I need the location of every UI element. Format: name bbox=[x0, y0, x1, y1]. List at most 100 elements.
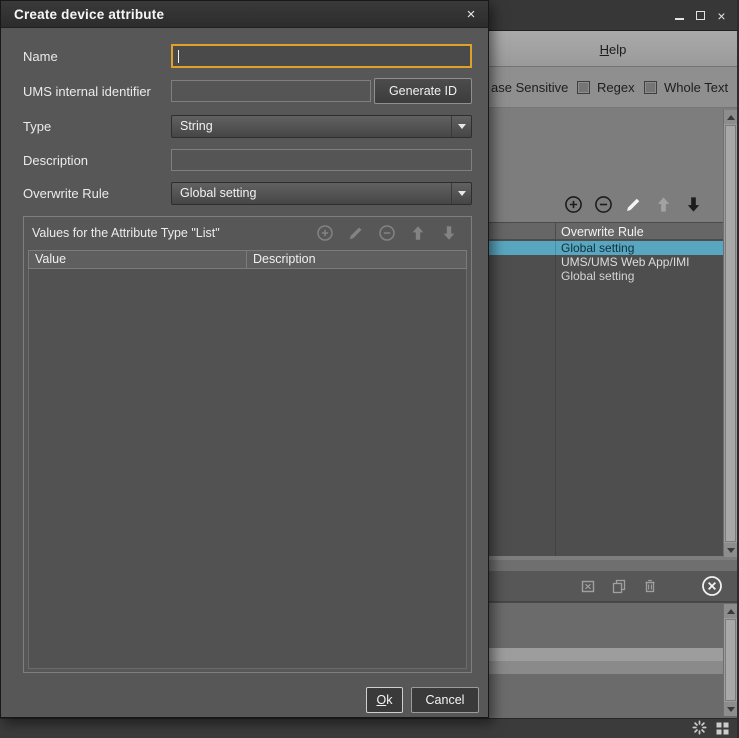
column-header-description[interactable]: Description bbox=[247, 250, 467, 269]
arrow-up-icon bbox=[409, 224, 427, 242]
values-toolbar bbox=[316, 224, 458, 242]
row-cell-overwrite-rule: Global setting bbox=[561, 241, 634, 255]
bg-column-overwrite-rule[interactable]: Overwrite Rule bbox=[561, 224, 644, 240]
generate-id-button[interactable]: Generate ID bbox=[374, 78, 472, 104]
window-close-button[interactable]: × bbox=[714, 8, 729, 23]
triangle-down-icon bbox=[727, 548, 735, 553]
whole-text-checkbox[interactable] bbox=[644, 81, 657, 94]
status-bar bbox=[0, 718, 739, 738]
delete-button[interactable] bbox=[642, 578, 658, 594]
close-icon: × bbox=[717, 9, 725, 23]
scroll-up-button[interactable] bbox=[724, 110, 737, 124]
regex-checkbox[interactable] bbox=[577, 81, 590, 94]
bg-table-toolbar bbox=[564, 194, 708, 214]
table-row[interactable]: UMS/UMS Web App/IMI bbox=[489, 255, 723, 269]
copy-icon bbox=[611, 578, 627, 594]
bg-table-header[interactable]: Overwrite Rule bbox=[489, 222, 723, 240]
triangle-down-icon bbox=[727, 707, 735, 712]
column-divider bbox=[555, 222, 556, 240]
values-table-body[interactable] bbox=[28, 269, 467, 669]
scrollbar-thumb[interactable] bbox=[725, 619, 736, 701]
create-device-attribute-dialog: Create device attribute × Name UMS inter… bbox=[0, 0, 489, 718]
chevron-down-icon bbox=[458, 191, 466, 196]
move-up-button[interactable] bbox=[654, 194, 673, 214]
window-controls: × bbox=[672, 8, 729, 23]
table-row[interactable]: Global setting bbox=[489, 269, 723, 283]
move-down-button[interactable] bbox=[684, 194, 703, 214]
regex-label: Regex bbox=[597, 81, 635, 95]
remove-row-button[interactable] bbox=[594, 194, 613, 214]
maximize-icon bbox=[696, 11, 705, 20]
arrow-down-icon bbox=[684, 195, 703, 214]
move-value-up-button[interactable] bbox=[409, 224, 427, 242]
dropdown-arrow-button[interactable] bbox=[451, 116, 471, 137]
circle-minus-icon bbox=[594, 195, 613, 214]
edit-row-button[interactable] bbox=[624, 194, 643, 214]
list-item[interactable] bbox=[489, 661, 723, 674]
ums-identifier-label: UMS internal identifier bbox=[23, 84, 151, 99]
cancel-search-button[interactable] bbox=[701, 575, 723, 597]
text-caret bbox=[178, 50, 179, 63]
chevron-down-icon bbox=[458, 124, 466, 129]
triangle-up-icon bbox=[727, 609, 735, 614]
dialog-close-button[interactable]: × bbox=[461, 5, 481, 24]
cancel-button[interactable]: Cancel bbox=[411, 687, 479, 713]
values-panel-title: Values for the Attribute Type "List" bbox=[32, 226, 220, 240]
bg-table-body[interactable]: Global setting UMS/UMS Web App/IMI Globa… bbox=[489, 240, 723, 556]
scroll-up-button[interactable] bbox=[724, 604, 737, 618]
background-task-button[interactable] bbox=[692, 720, 707, 735]
copy-button[interactable] bbox=[611, 578, 627, 594]
overwrite-rule-select[interactable]: Global setting bbox=[171, 182, 472, 205]
help-button[interactable]: Help bbox=[489, 31, 737, 67]
scrollbar-thumb[interactable] bbox=[725, 125, 736, 542]
add-value-button[interactable] bbox=[316, 224, 334, 242]
clear-selection-button[interactable] bbox=[580, 578, 596, 594]
ums-identifier-input[interactable] bbox=[171, 80, 371, 102]
box-x-icon bbox=[580, 578, 596, 594]
cancel-button-label: Cancel bbox=[426, 693, 465, 707]
minimize-button[interactable] bbox=[672, 8, 687, 23]
remove-value-button[interactable] bbox=[378, 224, 396, 242]
vertical-scrollbar-lower[interactable] bbox=[723, 604, 737, 716]
type-selected-value: String bbox=[180, 119, 213, 133]
scroll-down-button[interactable] bbox=[724, 702, 737, 716]
description-label: Description bbox=[23, 153, 88, 168]
app-grid-icon bbox=[716, 722, 729, 735]
edit-value-button[interactable] bbox=[347, 224, 365, 242]
dropdown-arrow-button[interactable] bbox=[451, 183, 471, 204]
arrow-up-icon bbox=[654, 195, 673, 214]
table-row[interactable]: Global setting bbox=[489, 241, 723, 255]
circle-plus-icon bbox=[316, 224, 334, 242]
overwrite-rule-label: Overwrite Rule bbox=[23, 186, 109, 201]
help-button-label: Help bbox=[600, 42, 627, 57]
triangle-up-icon bbox=[727, 115, 735, 120]
overwrite-rule-selected-value: Global setting bbox=[180, 186, 256, 200]
app-grid-button[interactable] bbox=[716, 722, 729, 735]
spinner-icon bbox=[692, 720, 707, 735]
maximize-button[interactable] bbox=[693, 8, 708, 23]
move-value-down-button[interactable] bbox=[440, 224, 458, 242]
pencil-icon bbox=[624, 195, 643, 214]
case-sensitive-label: ase Sensitive bbox=[491, 81, 568, 95]
type-label: Type bbox=[23, 119, 51, 134]
cancel-circle-icon bbox=[701, 575, 723, 597]
name-label: Name bbox=[23, 49, 58, 64]
whole-text-label: Whole Text bbox=[664, 81, 728, 95]
circle-minus-icon bbox=[378, 224, 396, 242]
add-row-button[interactable] bbox=[564, 194, 583, 214]
list-item[interactable] bbox=[489, 648, 723, 661]
vertical-scrollbar[interactable] bbox=[723, 110, 737, 557]
name-input[interactable] bbox=[171, 44, 472, 68]
ok-button[interactable]: Ok bbox=[366, 687, 403, 713]
column-header-value[interactable]: Value bbox=[28, 250, 247, 269]
dialog-title: Create device attribute bbox=[14, 7, 164, 22]
pencil-icon bbox=[347, 224, 365, 242]
dialog-titlebar[interactable]: Create device attribute × bbox=[1, 1, 488, 28]
arrow-down-icon bbox=[440, 224, 458, 242]
description-input[interactable] bbox=[171, 149, 472, 171]
ok-button-label: Ok bbox=[377, 693, 393, 707]
type-select[interactable]: String bbox=[171, 115, 472, 138]
generate-id-label: Generate ID bbox=[389, 84, 457, 98]
scroll-down-button[interactable] bbox=[724, 543, 737, 557]
row-cell-overwrite-rule: UMS/UMS Web App/IMI bbox=[561, 255, 689, 269]
